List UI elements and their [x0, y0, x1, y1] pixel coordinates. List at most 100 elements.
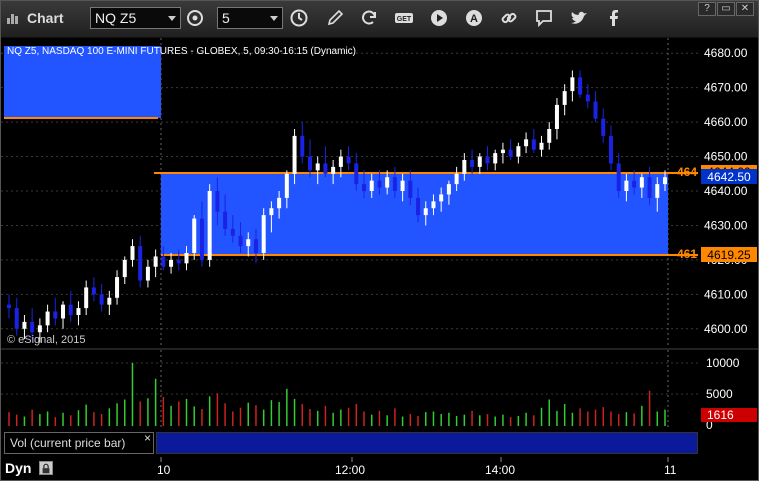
- candle-body: [470, 160, 475, 167]
- twitter-icon[interactable]: [569, 8, 589, 28]
- close-icon: ✕: [740, 3, 750, 14]
- candle-body: [601, 118, 606, 136]
- candle-body: [516, 146, 521, 157]
- chat-icon[interactable]: [534, 8, 554, 28]
- candle-body: [199, 218, 204, 260]
- candle-body: [377, 180, 382, 188]
- dynamic-mode-label[interactable]: Dyn: [5, 460, 31, 476]
- chart-app-icon: [7, 14, 18, 24]
- candle-body: [624, 180, 629, 191]
- chart-area[interactable]: NQ Z5, NASDAQ 100 E-MINI FUTURES - GLOBE…: [1, 38, 758, 480]
- candle-body: [593, 101, 598, 119]
- candle-body: [608, 135, 613, 164]
- candle-body: [500, 149, 505, 154]
- candle-body: [346, 156, 351, 164]
- volume-tick: 10000: [706, 356, 740, 370]
- volume-study-label[interactable]: Vol (current price bar): [4, 432, 154, 454]
- interval-settings-icon[interactable]: [185, 8, 205, 28]
- chevron-down-icon[interactable]: [270, 16, 278, 21]
- chart-menu-button[interactable]: Chart: [3, 6, 64, 30]
- candle-body: [215, 191, 220, 212]
- candle-body: [253, 239, 258, 253]
- candle-body: [284, 173, 289, 198]
- candle-body: [585, 94, 590, 102]
- price-tick-label: 4640.00: [704, 184, 748, 198]
- get-data-icon[interactable]: GET: [394, 8, 414, 28]
- time-label: 12:00: [335, 463, 365, 477]
- price-tick-label: 4680.00: [704, 46, 748, 60]
- help-button[interactable]: ?: [698, 2, 716, 16]
- candle-body: [531, 139, 536, 150]
- restore-icon: ▭: [721, 3, 731, 14]
- candle-body: [37, 325, 42, 333]
- upper-level-label-left: 464: [677, 165, 697, 179]
- symbol-input[interactable]: NQ Z5: [90, 7, 181, 29]
- candle-body: [99, 294, 104, 305]
- candle-body: [122, 259, 127, 278]
- price-tick-label: 4600.00: [704, 322, 748, 336]
- candle-body: [68, 304, 73, 315]
- chevron-down-icon[interactable]: [168, 16, 176, 21]
- svg-text:A: A: [470, 13, 478, 25]
- time-label: 10: [157, 463, 171, 477]
- candle-body: [578, 77, 583, 95]
- candle-body: [477, 156, 482, 167]
- candle-body: [485, 156, 490, 164]
- candle-body: [14, 308, 19, 329]
- price-tick-label: 4660.00: [704, 115, 748, 129]
- candle-body: [223, 211, 228, 229]
- candle-body: [338, 156, 343, 167]
- volume-pane[interactable]: [1, 350, 698, 430]
- candle-body: [408, 180, 413, 198]
- link-icon[interactable]: [499, 8, 519, 28]
- candle-body: [30, 321, 35, 333]
- svg-text:GET: GET: [397, 16, 412, 23]
- close-button[interactable]: ✕: [736, 2, 754, 16]
- alert-icon[interactable]: A: [464, 8, 484, 28]
- candle-body: [554, 104, 559, 129]
- candle-body: [385, 177, 390, 188]
- play-icon[interactable]: [429, 8, 449, 28]
- candle-body: [169, 259, 174, 267]
- price-chart[interactable]: NQ Z5, NASDAQ 100 E-MINI FUTURES - GLOBE…: [1, 38, 758, 480]
- draw-pencil-icon[interactable]: [325, 8, 345, 28]
- candle-body: [493, 153, 498, 164]
- interval-input[interactable]: 5: [217, 7, 283, 29]
- facebook-icon[interactable]: [604, 8, 624, 28]
- time-template-icon[interactable]: [289, 8, 309, 28]
- candle-body: [192, 218, 197, 253]
- volume-close-button[interactable]: ×: [144, 431, 151, 445]
- candle-body: [655, 184, 660, 198]
- candle-body: [246, 239, 251, 247]
- restore-button[interactable]: ▭: [717, 2, 735, 16]
- candle-body: [423, 208, 428, 216]
- price-axis-ticks: 4680.00 4670.00 4660.00 4650.00 4640.00 4630.…: [704, 46, 748, 336]
- time-label: 14:00: [485, 463, 515, 477]
- candle-body: [269, 208, 274, 216]
- volume-tick: 5000: [706, 387, 733, 401]
- lower-level-label-left: 461: [677, 247, 697, 261]
- candle-body: [524, 139, 529, 147]
- lock-icon[interactable]: [39, 461, 53, 475]
- candle-body: [22, 321, 27, 329]
- candle-body: [562, 91, 567, 105]
- price-tick-label: 4650.00: [704, 150, 748, 164]
- candle-body: [362, 184, 367, 191]
- candle-body: [446, 184, 451, 195]
- candle-body: [61, 304, 66, 319]
- candle-body: [331, 166, 336, 174]
- candle-body: [639, 177, 644, 188]
- candle-body: [230, 228, 235, 236]
- refresh-icon[interactable]: [359, 8, 379, 28]
- candle-body: [416, 197, 421, 216]
- help-glyph: ?: [704, 3, 710, 14]
- candle-body: [632, 180, 637, 188]
- candle-body: [431, 201, 436, 209]
- candle-body: [315, 163, 320, 171]
- candle-body: [369, 180, 374, 191]
- candle-body: [277, 197, 282, 209]
- candle-body: [138, 246, 143, 281]
- candle-body: [91, 287, 96, 295]
- volume-label-text: Vol (current price bar): [10, 436, 126, 450]
- value-area-zone[interactable]: [161, 173, 668, 255]
